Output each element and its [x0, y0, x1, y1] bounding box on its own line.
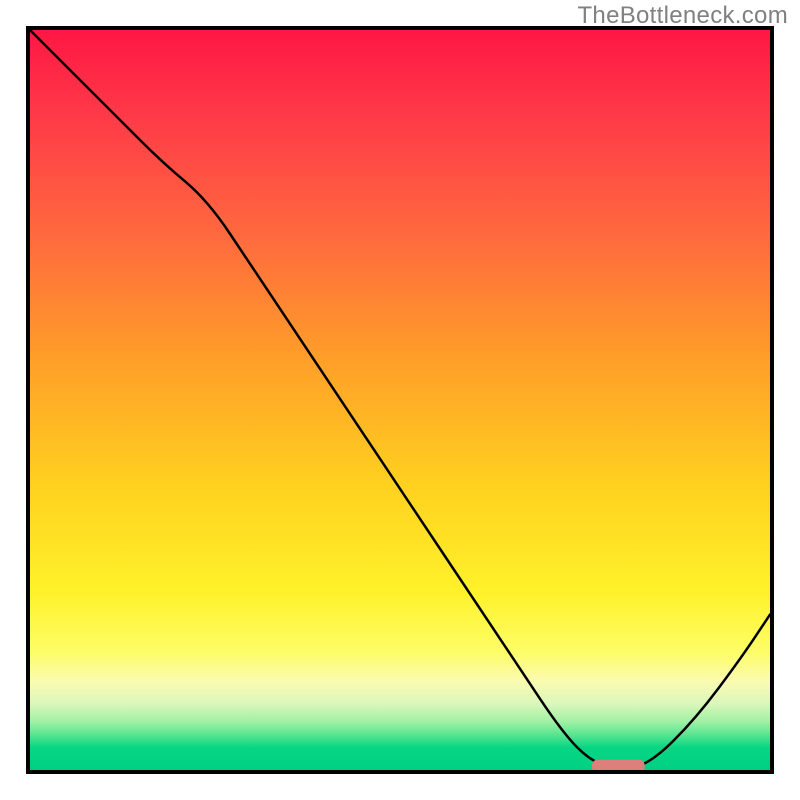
chart-plot-area	[26, 26, 774, 774]
bottleneck-curve-line	[30, 30, 770, 768]
chart-svg	[30, 30, 770, 770]
optimal-range-marker	[592, 760, 644, 772]
